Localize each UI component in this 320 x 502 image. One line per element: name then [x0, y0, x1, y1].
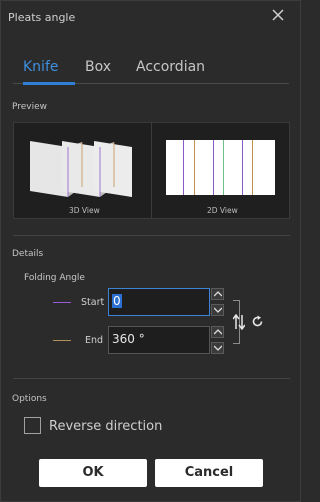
- reverse-direction-label[interactable]: Reverse direction: [49, 419, 162, 434]
- tab-box[interactable]: Box: [85, 59, 111, 75]
- 3d-view-caption: 3D View: [69, 206, 100, 215]
- reverse-direction-checkbox[interactable]: [24, 417, 41, 434]
- close-icon[interactable]: [270, 7, 286, 23]
- chevron-down-icon: [214, 307, 222, 313]
- reset-icon[interactable]: [251, 315, 264, 328]
- end-angle-value: 360 °: [112, 332, 145, 346]
- tab-knife[interactable]: Knife: [23, 59, 59, 75]
- divider: [13, 235, 290, 236]
- cancel-button[interactable]: Cancel: [155, 459, 263, 487]
- end-increment-button[interactable]: [211, 326, 224, 338]
- divider: [13, 378, 290, 379]
- preview-section-label: Preview: [12, 102, 48, 112]
- dialog-title: Pleats angle: [8, 11, 76, 24]
- tab-bar: Knife Box Accordian: [13, 57, 289, 85]
- swap-icon[interactable]: [233, 314, 245, 330]
- pleats-angle-dialog: Pleats angle Knife Box Accordian Preview…: [0, 0, 301, 502]
- end-angle-stepper: [211, 326, 224, 354]
- end-decrement-button[interactable]: [211, 342, 224, 354]
- 2d-pleat-preview: [166, 140, 275, 195]
- ok-button[interactable]: OK: [39, 459, 147, 487]
- preview-panel: 3D View 2D View: [13, 122, 290, 219]
- preview-divider: [151, 123, 152, 218]
- start-increment-button[interactable]: [211, 288, 224, 300]
- start-label: Start: [81, 297, 105, 308]
- start-angle-value: 0: [112, 294, 122, 308]
- end-angle-input[interactable]: 360 °: [108, 326, 210, 354]
- end-label: End: [85, 335, 104, 346]
- end-line-swatch: [53, 340, 71, 341]
- start-line-swatch: [53, 302, 71, 303]
- start-decrement-button[interactable]: [211, 304, 224, 316]
- active-tab-indicator: [23, 82, 75, 85]
- chevron-up-icon: [214, 329, 222, 335]
- chevron-down-icon: [214, 345, 222, 351]
- options-section-label: Options: [12, 394, 47, 404]
- folding-angle-label: Folding Angle: [24, 273, 85, 283]
- tab-accordian[interactable]: Accordian: [136, 59, 205, 75]
- 3d-pleat-preview: [30, 141, 132, 197]
- start-angle-input[interactable]: 0: [108, 288, 210, 316]
- details-section-label: Details: [12, 249, 44, 259]
- start-angle-stepper: [211, 288, 224, 316]
- chevron-up-icon: [214, 291, 222, 297]
- 2d-view-caption: 2D View: [207, 206, 238, 215]
